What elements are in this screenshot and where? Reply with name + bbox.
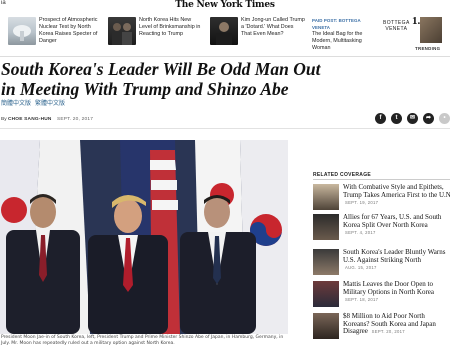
related-item-1[interactable]: With Combative Style and Epithets, Trump… <box>313 183 450 212</box>
bottega-veneta-logo[interactable]: BOTTEGA VENETA <box>383 20 410 32</box>
strip-thumb-1 <box>8 17 36 45</box>
language-links: 簡體中文版 繁體中文版 <box>1 98 67 107</box>
masthead: ia The New York Times <box>0 0 450 10</box>
paid-post-label: PAID POST: BOTTEGA VENETA <box>312 18 361 30</box>
strip-story-1[interactable]: Prospect of Atmospheric Nuclear Test by … <box>8 17 100 51</box>
related-item-3[interactable]: South Korea's Leader Bluntly Warns U.S. … <box>313 248 450 277</box>
paid-post-text: The Ideal Bag for the Modern, Multitaski… <box>312 31 363 51</box>
related-item-5-text: $8 Million to Aid Poor North Koreans? So… <box>343 312 450 336</box>
trending-thumb <box>420 17 442 43</box>
strip-story-3-text: Kim Jong-un Called Trump a 'Dotard.' Wha… <box>241 17 305 37</box>
related-coverage-divider <box>313 179 450 180</box>
related-strip: Prospect of Atmospheric Nuclear Test by … <box>0 13 450 57</box>
facebook-share-icon[interactable]: f <box>375 113 386 124</box>
author-link[interactable]: CHOE SANG-HUN <box>8 117 52 122</box>
brand-line-2: VENETA <box>385 26 408 32</box>
related-item-date: SEPT. 20, 2017 <box>371 329 405 335</box>
related-thumb-3 <box>313 249 339 275</box>
related-item-5[interactable]: $8 Million to Aid Poor North Koreans? So… <box>313 312 450 341</box>
related-item-date: SEPT. 4, 2017 <box>345 230 376 236</box>
lead-photo-illustration <box>0 140 288 334</box>
email-share-icon[interactable]: ✉ <box>407 113 418 124</box>
trending-number: 1. <box>412 15 421 27</box>
header-divider <box>0 128 450 129</box>
trending-item[interactable]: 1. TRENDING <box>412 15 442 55</box>
language-link-traditional[interactable]: 繁體中文版 <box>35 100 65 107</box>
related-item-date: SEPT. 19, 2017 <box>345 200 379 206</box>
language-link-simplified[interactable]: 簡體中文版 <box>1 100 31 107</box>
related-item-4-text: Mattis Leaves the Door Open to Military … <box>343 280 450 304</box>
twitter-share-icon[interactable]: t <box>391 113 402 124</box>
photo-caption: President Moon Jae-in of South Korea, le… <box>1 335 284 346</box>
related-item-3-text: South Korea's Leader Bluntly Warns U.S. … <box>343 248 450 272</box>
related-item-title: Mattis Leaves the Door Open to Military … <box>343 280 434 296</box>
share-arrow-icon[interactable]: ➦ <box>423 113 434 124</box>
related-thumb-2 <box>313 214 339 240</box>
related-item-date: AUG. 15, 2017 <box>345 265 377 271</box>
related-item-2[interactable]: Allies for 67 Years, U.S. and South Kore… <box>313 213 450 242</box>
headline-line-2: in Meeting With Trump and Shinzo Abe <box>1 79 289 99</box>
related-item-date: SEPT. 18, 2017 <box>345 297 379 303</box>
strip-story-3[interactable]: Kim Jong-un Called Trump a 'Dotard.' Wha… <box>210 17 305 51</box>
article-date: SEPT. 20, 2017 <box>56 117 94 122</box>
related-item-title: With Combative Style and Epithets, Trump… <box>343 183 450 199</box>
related-item-4[interactable]: Mattis Leaves the Door Open to Military … <box>313 280 450 309</box>
related-thumb-1 <box>313 184 339 210</box>
strip-story-2[interactable]: North Korea Hits New Level of Brinksmans… <box>108 17 206 51</box>
strip-thumb-3 <box>210 17 238 45</box>
trending-label: TRENDING <box>415 46 441 51</box>
related-thumb-5 <box>313 313 339 339</box>
strip-story-2-text: North Korea Hits New Level of Brinksmans… <box>139 17 201 37</box>
related-coverage-header: RELATED COVERAGE <box>313 172 372 178</box>
lead-photo[interactable] <box>0 140 288 334</box>
paid-post[interactable]: PAID POST: BOTTEGA VENETA The Ideal Bag … <box>312 17 380 51</box>
related-item-2-text: Allies for 67 Years, U.S. and South Kore… <box>343 213 450 237</box>
byline: By CHOE SANG-HUN SEPT. 20, 2017 <box>1 117 93 122</box>
strip-story-1-text: Prospect of Atmospheric Nuclear Test by … <box>39 17 98 44</box>
article-headline: South Korea's Leader Will Be Odd Man Out… <box>1 59 446 99</box>
more-share-icon[interactable]: • <box>439 113 450 124</box>
related-item-title: South Korea's Leader Bluntly Warns U.S. … <box>343 248 446 264</box>
related-item-title: Allies for 67 Years, U.S. and South Kore… <box>343 213 442 229</box>
nyt-logo[interactable]: The New York Times <box>0 0 450 10</box>
related-thumb-4 <box>313 281 339 307</box>
paid-post-content: PAID POST: BOTTEGA VENETA The Ideal Bag … <box>312 17 380 52</box>
byline-prefix: By <box>1 117 7 122</box>
strip-thumb-2 <box>108 17 136 45</box>
headline-line-1: South Korea's Leader Will Be Odd Man Out <box>1 59 321 79</box>
related-item-1-text: With Combative Style and Epithets, Trump… <box>343 183 450 207</box>
